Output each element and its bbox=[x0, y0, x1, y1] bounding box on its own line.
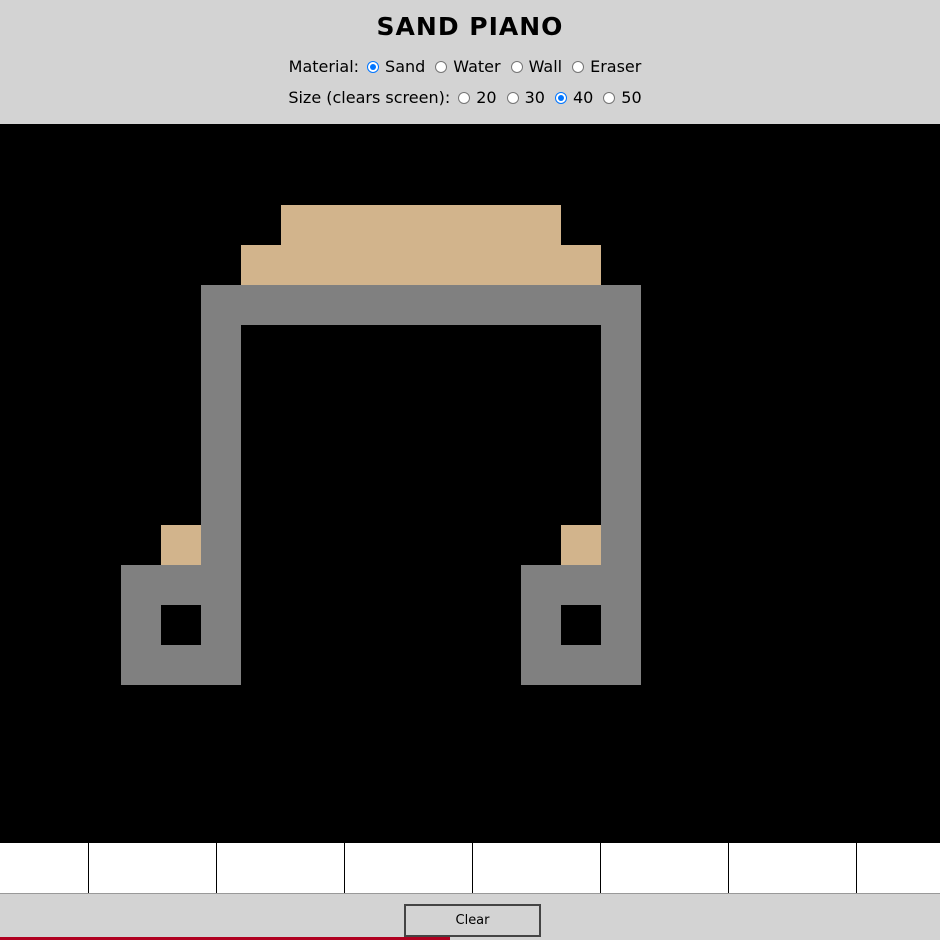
size-label: Size (clears screen): bbox=[288, 88, 451, 107]
page-title: SAND PIANO bbox=[376, 12, 564, 41]
clear-button[interactable]: Clear bbox=[404, 904, 541, 937]
header-panel: SAND PIANO Material: Sand Water Wall Era… bbox=[0, 0, 940, 124]
material-water-label: Water bbox=[453, 57, 501, 76]
wall-left-foot-top bbox=[121, 565, 241, 605]
material-option-eraser[interactable]: Eraser bbox=[572, 57, 641, 76]
footer-panel: Clear bbox=[0, 893, 940, 940]
wall-right-foot-left bbox=[521, 605, 561, 645]
wall-right-foot-right bbox=[601, 605, 641, 645]
piano-key[interactable] bbox=[0, 843, 88, 893]
material-eraser-radio[interactable] bbox=[572, 60, 585, 73]
piano-key[interactable] bbox=[344, 843, 472, 893]
piano-keyboard bbox=[0, 843, 940, 893]
size-option-20[interactable]: 20 bbox=[458, 88, 497, 107]
size-option-30[interactable]: 30 bbox=[506, 88, 545, 107]
piano-key[interactable] bbox=[216, 843, 344, 893]
size-50-label: 50 bbox=[621, 88, 642, 107]
size-30-radio[interactable] bbox=[506, 91, 519, 104]
material-eraser-label: Eraser bbox=[590, 57, 642, 76]
size-20-radio[interactable] bbox=[458, 91, 471, 104]
wall-top-bar bbox=[201, 285, 641, 325]
piano-key[interactable] bbox=[88, 843, 216, 893]
size-40-radio[interactable] bbox=[554, 91, 567, 104]
piano-key[interactable] bbox=[728, 843, 856, 893]
material-option-water[interactable]: Water bbox=[435, 57, 501, 76]
material-water-radio[interactable] bbox=[435, 60, 448, 73]
material-option-sand[interactable]: Sand bbox=[367, 57, 425, 76]
material-selector: Material: Sand Water Wall Eraser bbox=[0, 57, 940, 76]
sand-block-upper bbox=[241, 245, 601, 285]
material-wall-label: Wall bbox=[528, 57, 563, 76]
wall-right-foot-top bbox=[521, 565, 641, 605]
wall-right-foot-bottom bbox=[521, 645, 641, 685]
size-option-50[interactable]: 50 bbox=[603, 88, 642, 107]
size-selector: Size (clears screen): 20 30 40 50 bbox=[0, 88, 940, 107]
material-label: Material: bbox=[288, 57, 360, 76]
wall-left-foot-bottom bbox=[121, 645, 241, 685]
size-40-label: 40 bbox=[572, 88, 594, 107]
sand-block-right bbox=[561, 525, 601, 565]
sand-canvas[interactable] bbox=[0, 124, 940, 843]
wall-left-foot-left bbox=[121, 605, 161, 645]
piano-key[interactable] bbox=[472, 843, 600, 893]
material-sand-radio[interactable] bbox=[367, 60, 380, 73]
material-wall-radio[interactable] bbox=[510, 60, 523, 73]
sand-block-top bbox=[281, 205, 561, 245]
piano-key[interactable] bbox=[600, 843, 728, 893]
material-option-wall[interactable]: Wall bbox=[510, 57, 563, 76]
sand-block-left bbox=[161, 525, 201, 565]
size-option-40[interactable]: 40 bbox=[554, 88, 594, 107]
material-sand-label: Sand bbox=[385, 57, 426, 76]
size-50-radio[interactable] bbox=[603, 91, 616, 104]
size-30-label: 30 bbox=[524, 88, 545, 107]
size-20-label: 20 bbox=[476, 88, 497, 107]
wall-left-foot-right bbox=[201, 605, 241, 645]
piano-key[interactable] bbox=[856, 843, 940, 893]
